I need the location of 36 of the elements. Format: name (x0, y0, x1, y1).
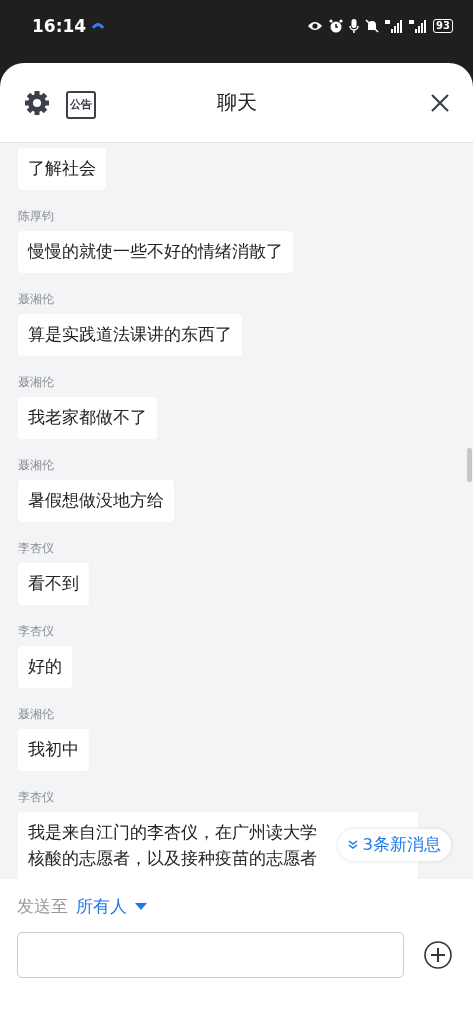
signal-icon (409, 19, 428, 33)
battery-indicator: 93 (433, 19, 453, 33)
message-bubble: 看不到 (18, 563, 89, 605)
scrollbar (467, 448, 472, 482)
sender-name: 聂湘伦 (18, 706, 54, 722)
microphone-icon (349, 18, 360, 34)
close-icon[interactable] (431, 93, 449, 112)
message-bubble: 我老家都做不了 (18, 397, 157, 439)
sender-name: 聂湘伦 (18, 457, 54, 473)
send-to-label: 发送至 (17, 895, 68, 918)
sender-name: 李杏仪 (18, 540, 54, 556)
message-bubble: 慢慢的就使一些不好的情绪消散了 (18, 231, 293, 273)
panel-title: 聊天 (216, 90, 257, 114)
muted-bell-icon (365, 19, 380, 33)
message-bubble: 了解社会 (18, 148, 106, 190)
recipient-dropdown[interactable]: 所有人 (76, 895, 147, 918)
add-icon[interactable] (424, 941, 452, 969)
message-bubble: 暑假想做没地方给 (18, 480, 174, 522)
message-bubble: 好的 (18, 646, 72, 688)
sender-name: 李杏仪 (18, 789, 54, 805)
settings-icon[interactable] (24, 89, 50, 116)
message-bubble: 我初中 (18, 729, 89, 771)
notice-button[interactable]: 公告 (66, 90, 96, 119)
alarm-icon (329, 19, 344, 33)
sender-name: 陈厚钧 (18, 208, 54, 224)
message-bubble: 算是实践道法课讲的东西了 (18, 314, 242, 356)
eye-icon (307, 20, 324, 32)
sender-name: 聂湘伦 (18, 374, 54, 390)
clock: 16:14 (32, 16, 87, 36)
new-messages-button[interactable]: 3条新消息 (337, 829, 451, 861)
sender-name: 李杏仪 (18, 623, 54, 639)
sender-name: 聂湘伦 (18, 291, 54, 307)
dropdown-arrow-icon (135, 902, 147, 911)
message-input[interactable] (17, 932, 404, 978)
double-chevron-icon (347, 840, 358, 850)
signal-icon (385, 19, 404, 33)
